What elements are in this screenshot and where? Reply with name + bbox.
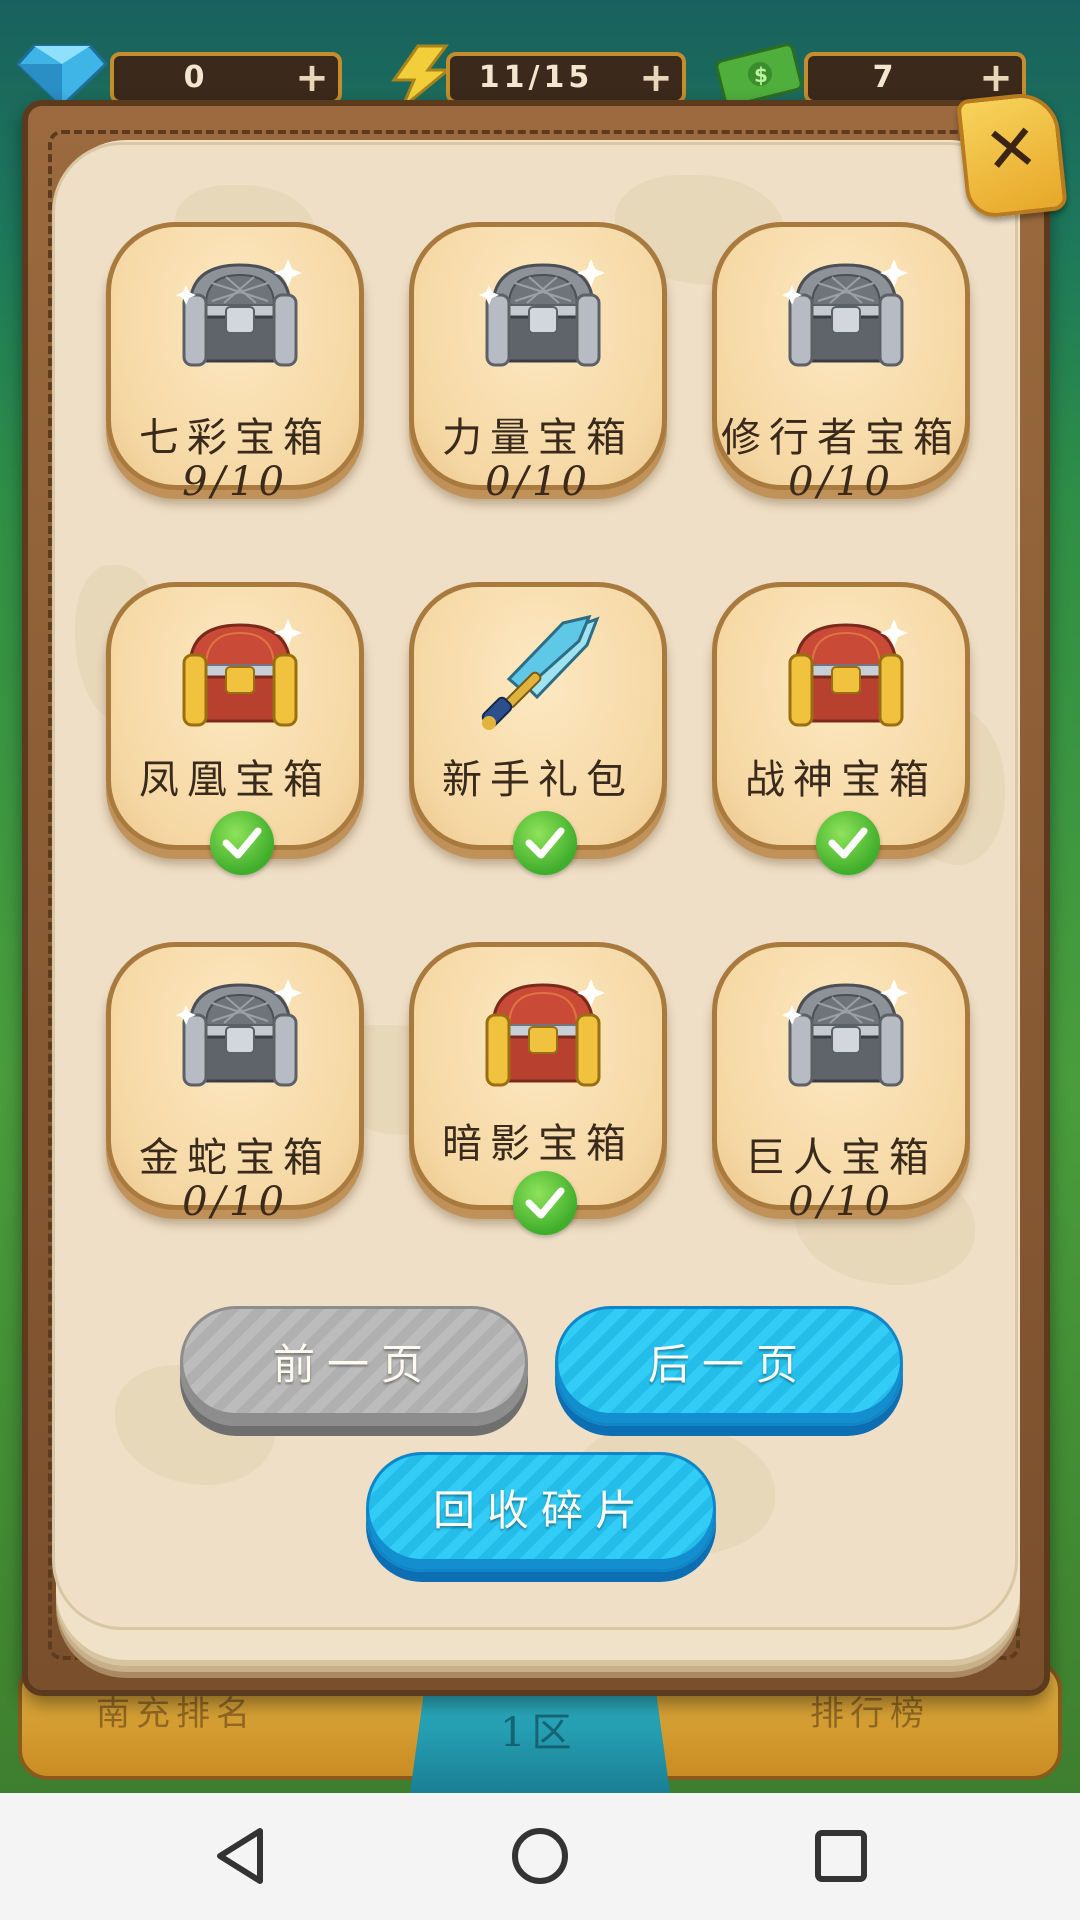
chest-name: 暗影宝箱	[442, 1121, 634, 1167]
back-triangle-icon[interactable]	[206, 1821, 276, 1891]
check-icon	[513, 1171, 577, 1235]
check-icon	[816, 811, 880, 875]
sword-icon	[481, 615, 600, 730]
recycle-fragments-button[interactable]: 回收碎片	[366, 1452, 716, 1572]
gold-chest-icon	[485, 979, 605, 1087]
chest-card[interactable]: 新手礼包	[409, 582, 667, 875]
chest-card[interactable]: 巨人宝箱 0/10	[712, 942, 970, 1225]
chest-name: 力量宝箱	[442, 415, 634, 461]
chest-name: 七彩宝箱	[139, 415, 331, 461]
chest-card[interactable]: 凤凰宝箱	[106, 582, 364, 875]
close-icon: ✕	[980, 110, 1043, 190]
gem-icon	[16, 44, 108, 108]
system-nav-bar	[0, 1793, 1080, 1920]
chest-name: 战神宝箱	[745, 757, 937, 803]
chest-name: 修行者宝箱	[721, 415, 961, 461]
chest-card[interactable]: 修行者宝箱 0/10	[712, 222, 970, 505]
chest-name: 金蛇宝箱	[139, 1135, 331, 1181]
silver-chest-icon	[782, 979, 908, 1087]
silver-chest-icon	[782, 259, 908, 367]
chest-name: 巨人宝箱	[745, 1135, 937, 1181]
chest-card[interactable]: 力量宝箱 0/10	[409, 222, 667, 505]
svg-text:$: $	[754, 63, 768, 87]
close-button[interactable]: ✕	[956, 90, 1068, 220]
energy-counter: 11/15 +	[446, 52, 686, 104]
chest-name: 新手礼包	[442, 757, 634, 803]
chest-progress: 9/10	[182, 459, 288, 505]
chest-progress: 0/10	[182, 1179, 288, 1225]
gems-value: 0	[183, 60, 209, 95]
cash-value: 7	[872, 60, 898, 95]
chest-card[interactable]: 战神宝箱	[712, 582, 970, 875]
check-icon	[210, 811, 274, 875]
recent-square-icon[interactable]	[806, 1821, 876, 1891]
next-page-button[interactable]: 后一页	[555, 1306, 903, 1426]
silver-chest-icon	[176, 979, 302, 1087]
chest-progress: 0/10	[788, 1179, 894, 1225]
gold-chest-icon	[182, 619, 302, 727]
chest-card[interactable]: 七彩宝箱 9/10	[106, 222, 364, 505]
silver-chest-icon	[479, 259, 605, 367]
home-circle-icon[interactable]	[505, 1821, 575, 1891]
add-energy-button[interactable]: +	[636, 58, 676, 100]
chest-name: 凤凰宝箱	[139, 757, 331, 803]
gold-chest-icon	[788, 619, 908, 727]
chest-card[interactable]: 暗影宝箱	[409, 942, 667, 1235]
add-gems-button[interactable]: +	[292, 58, 332, 100]
chest-progress: 0/10	[485, 459, 591, 505]
zone-label: 1区	[500, 1710, 578, 1756]
gems-counter: 0 +	[110, 52, 342, 104]
chest-card[interactable]: 金蛇宝箱 0/10	[106, 942, 364, 1225]
check-icon	[513, 811, 577, 875]
chest-progress: 0/10	[788, 459, 894, 505]
energy-value: 11/15	[478, 60, 594, 95]
cash-icon: $	[715, 43, 803, 108]
prev-page-button[interactable]: 前一页	[180, 1306, 528, 1426]
silver-chest-icon	[176, 259, 302, 367]
